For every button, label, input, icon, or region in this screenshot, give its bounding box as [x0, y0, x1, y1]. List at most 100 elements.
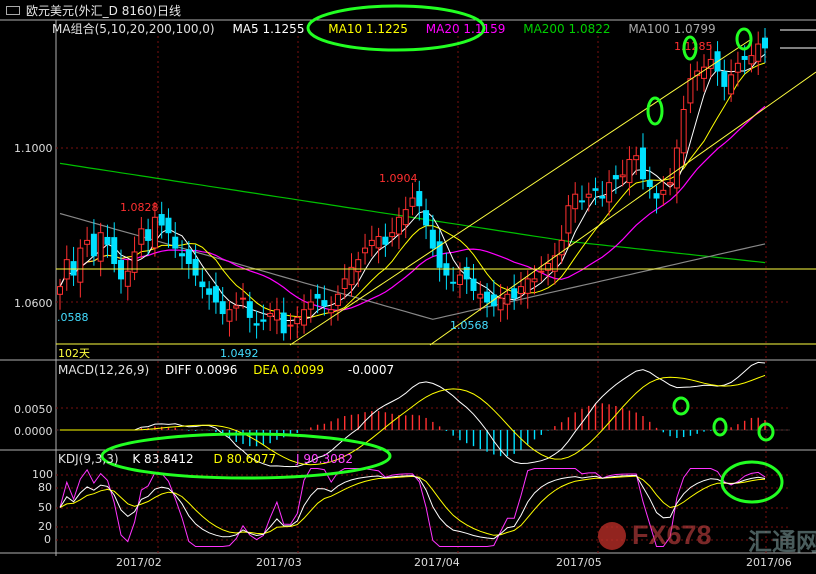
candle-body [423, 210, 430, 226]
candle-body [294, 316, 301, 325]
macd-label: MACD(12,26,9) [58, 363, 150, 377]
candle-body [199, 281, 206, 288]
candle-highlight [735, 27, 753, 51]
candle-body [307, 301, 314, 310]
price-annotation: 1.0904 [379, 172, 418, 185]
day-count-label: 102天 [58, 347, 90, 360]
candle-body [77, 247, 84, 283]
ma100-value: MA100 1.0799 [628, 22, 716, 36]
candle-body [172, 236, 179, 249]
candle-body [389, 232, 396, 238]
candle-body [734, 62, 741, 73]
candle-body [362, 247, 369, 254]
candle-body [456, 274, 463, 286]
candle-body [348, 266, 355, 286]
candle-body [639, 147, 646, 180]
price-chart-svg[interactable]: 1.0828 1.0904 1.1285 .0588 1.0492 1.0568 102天 [0, 0, 816, 574]
candle-body [653, 193, 660, 199]
candle-body [301, 309, 308, 326]
candle-body [355, 259, 362, 273]
kdj-y-tick-label: 80 [38, 481, 52, 494]
kdj-y-tick-label: 20 [38, 520, 52, 533]
candle-body [151, 216, 158, 249]
chart-window: 欧元美元(外汇_D 8160)日线 1.0828 1.0904 1.1285.058… [0, 0, 816, 574]
candle-body [280, 312, 287, 334]
candle-body [585, 193, 592, 198]
candle-body [328, 309, 335, 314]
candle-body [314, 293, 321, 299]
price-annotation: .0588 [57, 311, 89, 324]
candle-body [592, 188, 599, 191]
candle-body [118, 259, 125, 280]
candle-body [219, 301, 226, 315]
y-tick-label: 1.1000 [14, 142, 53, 155]
candle-body [511, 288, 518, 299]
watermark-cn: 汇通网 [748, 528, 816, 556]
candle-body [84, 239, 91, 245]
macd-legend: MACD(12,26,9) DIFF 0.0096 DEA 0.0099 -0.… [58, 363, 406, 377]
trendline-lower [429, 71, 816, 346]
candle-body [409, 197, 416, 207]
candle-body [721, 71, 728, 87]
candle-body [253, 323, 260, 326]
kdj-d: D 80.6077 [213, 452, 277, 466]
macd-y-tick-label: 0.0050 [14, 403, 53, 416]
candle-body [138, 228, 145, 245]
x-tick-label: 2017/04 [414, 556, 460, 569]
candle-body [165, 217, 172, 234]
candle-body [687, 78, 694, 104]
macd-highlight [712, 417, 728, 437]
candle-body [124, 270, 131, 287]
candle-body [728, 74, 735, 95]
macd-dea: DEA 0.0099 [253, 363, 325, 377]
candle-body [246, 301, 253, 318]
x-tick-label: 2017/03 [256, 556, 302, 569]
candle-body [667, 182, 674, 185]
kdj-label: KDJ(9,3,3) [58, 452, 119, 466]
candle-body [179, 253, 186, 257]
candle-body [158, 214, 165, 226]
candle-body [382, 236, 389, 245]
candle-body [395, 216, 402, 235]
macd-diff: DIFF 0.0096 [164, 363, 238, 377]
macd-y-tick-label: 0.0000 [14, 425, 53, 438]
candle-body [646, 180, 653, 187]
candle-body [375, 236, 382, 249]
ma5-value: MA5 1.1255 [232, 22, 305, 36]
candle-body [402, 209, 409, 226]
fx678-logo-icon [598, 522, 626, 550]
price-annotation: 1.1285 [674, 40, 713, 53]
x-tick-label: 2017/02 [116, 556, 162, 569]
candle-body [111, 237, 118, 265]
candle-body [599, 195, 606, 199]
candle-body [517, 286, 524, 295]
candle-body [185, 249, 192, 265]
x-tick-label: 2017/06 [746, 556, 792, 569]
ma-legend-label: MA组合(5,10,20,200,100,0) [52, 22, 215, 36]
candle-body [606, 182, 613, 203]
candle-body [741, 55, 748, 60]
candle-body [90, 233, 97, 257]
candle-body [633, 155, 640, 161]
candle-body [450, 281, 457, 284]
ma20-value: MA20 1.1159 [425, 22, 506, 36]
price-annotation: 1.0828 [120, 201, 159, 214]
candle-body [524, 278, 531, 294]
ma10-value: MA10 1.1225 [328, 22, 408, 36]
candle-body [70, 261, 77, 276]
candle-body [145, 229, 152, 241]
candle-body [334, 293, 341, 306]
candle-highlight [646, 96, 664, 126]
candle-body [578, 200, 585, 203]
candle-body [612, 175, 619, 180]
candle-body [755, 43, 762, 62]
candle-body [240, 297, 247, 300]
watermark-brand: FX678 [632, 520, 712, 550]
ma200-value: MA200 1.0822 [523, 22, 611, 36]
price-annotation: 1.0492 [220, 347, 259, 360]
candle-body [267, 313, 274, 317]
candle-body [192, 258, 199, 276]
candle-body [97, 232, 104, 262]
candle-body [260, 319, 267, 322]
candle-body [226, 309, 233, 322]
